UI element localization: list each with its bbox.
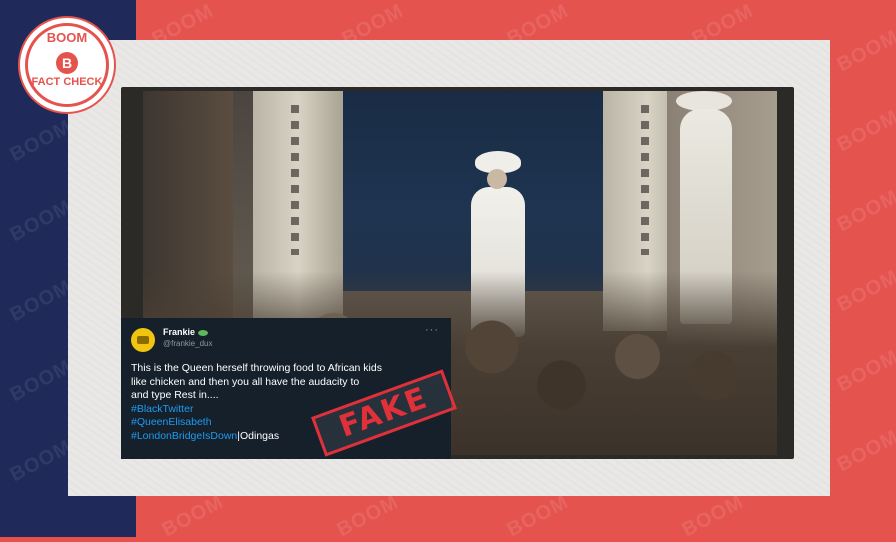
avatar[interactable] [131, 328, 155, 352]
more-options-icon[interactable]: ··· [425, 324, 439, 336]
logo-mark: B [56, 52, 78, 74]
boom-fact-check-logo: BOOM B FACT CHECK [20, 18, 114, 112]
avocado-emoji-icon [198, 329, 209, 336]
hashtag-link[interactable]: #LondonBridgeIsDown [131, 430, 237, 442]
tweet-text-suffix: |Odingas [237, 429, 280, 442]
logo-bottom-text: FACT CHECK [31, 76, 103, 88]
tweet-author-name: Frankie [163, 327, 196, 337]
logo-top-text: BOOM [46, 30, 88, 45]
tweet-handle[interactable]: @frankie_dux [163, 339, 212, 348]
tweet-author[interactable]: Frankie [163, 327, 209, 337]
tweet-text-line: This is the Queen herself throwing food … [131, 362, 382, 374]
